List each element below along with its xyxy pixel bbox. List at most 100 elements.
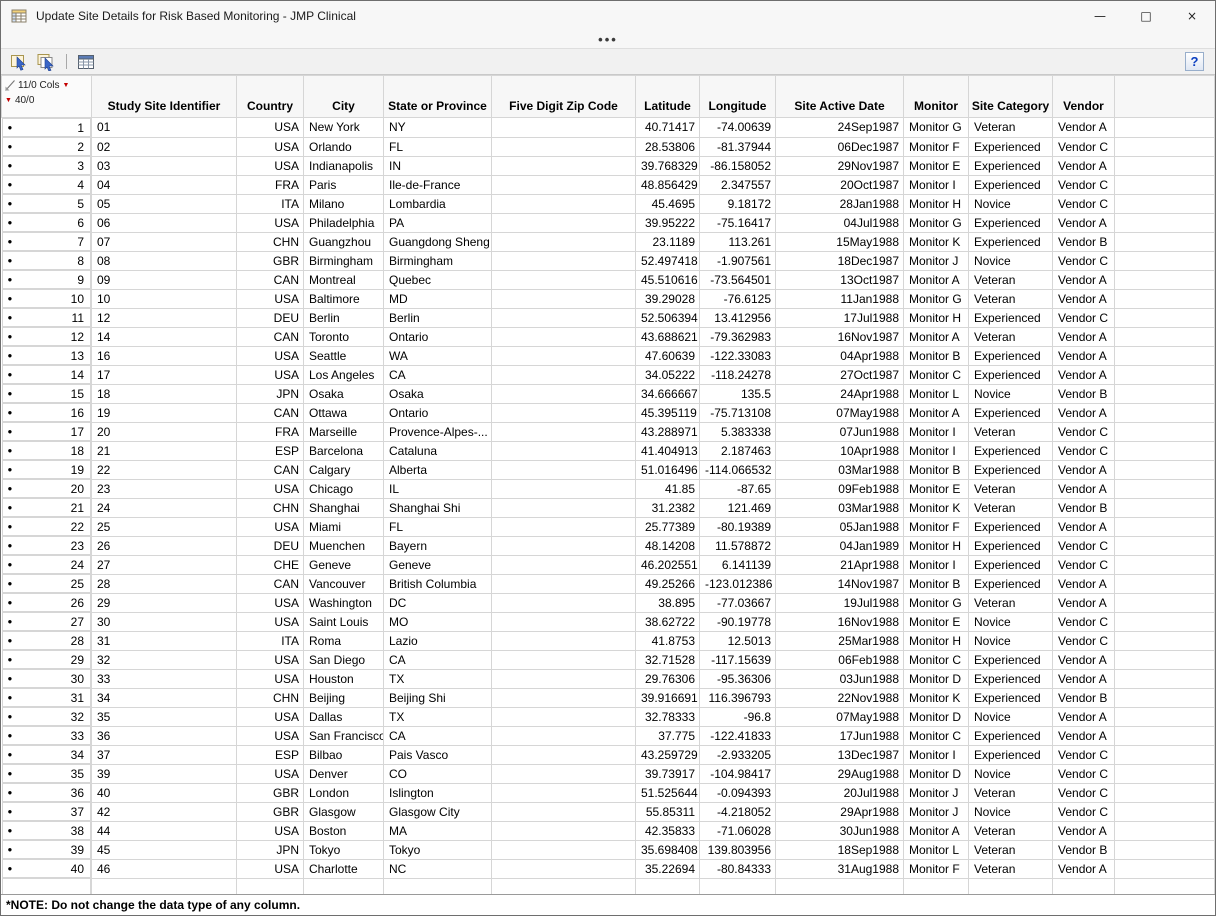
cell-vendor[interactable]: Vendor A: [1053, 365, 1115, 384]
cell-monitor[interactable]: Monitor E: [904, 612, 969, 631]
cell-study-site-identifier[interactable]: 14: [92, 327, 237, 346]
table-row[interactable]: ●2528CANVancouverBritish Columbia49.2526…: [2, 574, 1215, 593]
cell-site-active-date[interactable]: 21Apr1988: [776, 555, 904, 574]
table-row[interactable]: ●1922CANCalgaryAlberta51.016496-114.0665…: [2, 460, 1215, 479]
cell-state-or-province[interactable]: Ontario: [384, 327, 492, 346]
row-header[interactable]: ●18: [2, 441, 92, 460]
cell-monitor[interactable]: Monitor H: [904, 308, 969, 327]
table-row[interactable]: ●1518JPNOsakaOsaka34.666667135.524Apr198…: [2, 384, 1215, 403]
cell-longitude[interactable]: -118.24278: [700, 365, 776, 384]
cell-city[interactable]: New York: [304, 118, 384, 138]
cell-longitude[interactable]: -122.33083: [700, 346, 776, 365]
cell-city[interactable]: Roma: [304, 631, 384, 650]
cell-longitude[interactable]: -122.41833: [700, 726, 776, 745]
cell-five-digit-zip-code[interactable]: [492, 403, 636, 422]
cell-state-or-province[interactable]: CO: [384, 764, 492, 783]
cell-monitor[interactable]: Monitor F: [904, 859, 969, 878]
row-state-icon[interactable]: ●: [8, 162, 13, 170]
cell-vendor[interactable]: Vendor A: [1053, 156, 1115, 175]
cell-latitude[interactable]: 55.85311: [636, 802, 700, 821]
cell-country[interactable]: USA: [237, 707, 304, 726]
cell-state-or-province[interactable]: Beijing Shi: [384, 688, 492, 707]
cell-latitude[interactable]: 43.288971: [636, 422, 700, 441]
cell-site-active-date[interactable]: 24Sep1987: [776, 118, 904, 138]
cell-site-category[interactable]: Experienced: [969, 365, 1053, 384]
cell-city[interactable]: Ottawa: [304, 403, 384, 422]
cell-country[interactable]: USA: [237, 612, 304, 631]
cell-site-category[interactable]: Experienced: [969, 308, 1053, 327]
cell-site-category[interactable]: Veteran: [969, 479, 1053, 498]
cell-city[interactable]: Baltimore: [304, 289, 384, 308]
cell-longitude[interactable]: -1.907561: [700, 251, 776, 270]
cell-site-category[interactable]: Veteran: [969, 840, 1053, 859]
row-header[interactable]: ●21: [2, 498, 92, 517]
row-header[interactable]: ●9: [2, 270, 92, 289]
cell-site-active-date[interactable]: 04Jan1989: [776, 536, 904, 555]
row-state-icon[interactable]: ●: [8, 200, 13, 208]
cell-monitor[interactable]: Monitor A: [904, 327, 969, 346]
cell-site-active-date[interactable]: 18Sep1988: [776, 840, 904, 859]
cell-site-active-date[interactable]: 10Apr1988: [776, 441, 904, 460]
maximize-button[interactable]: □: [1123, 1, 1169, 31]
cell-five-digit-zip-code[interactable]: [492, 422, 636, 441]
cell-monitor[interactable]: Monitor H: [904, 536, 969, 555]
cell-vendor[interactable]: Vendor A: [1053, 479, 1115, 498]
cell-five-digit-zip-code[interactable]: [492, 783, 636, 802]
cell-vendor[interactable]: Vendor C: [1053, 745, 1115, 764]
cell-monitor[interactable]: Monitor D: [904, 764, 969, 783]
cell-country[interactable]: USA: [237, 156, 304, 175]
cell-monitor[interactable]: Monitor K: [904, 232, 969, 251]
row-state-icon[interactable]: ●: [8, 751, 13, 759]
cell-latitude[interactable]: 43.688621: [636, 327, 700, 346]
row-header[interactable]: ●11: [2, 308, 92, 327]
cell-city[interactable]: Beijing: [304, 688, 384, 707]
cell-monitor[interactable]: Monitor I: [904, 175, 969, 194]
row-header[interactable]: ●38: [2, 821, 92, 840]
cell-site-active-date[interactable]: 13Dec1987: [776, 745, 904, 764]
row-state-icon[interactable]: ●: [8, 352, 13, 360]
cell-study-site-identifier[interactable]: 34: [92, 688, 237, 707]
cell-city[interactable]: Shanghai: [304, 498, 384, 517]
cell-five-digit-zip-code[interactable]: [492, 289, 636, 308]
columns-menu-red-triangle-icon[interactable]: ▼: [63, 82, 70, 89]
row-header[interactable]: ●39: [2, 840, 92, 859]
row-state-icon[interactable]: ●: [8, 789, 13, 797]
row-header[interactable]: ●17: [2, 422, 92, 441]
cell-state-or-province[interactable]: Lazio: [384, 631, 492, 650]
cell-latitude[interactable]: 38.895: [636, 593, 700, 612]
row-state-icon[interactable]: ●: [8, 637, 13, 645]
row-state-icon[interactable]: ●: [8, 238, 13, 246]
row-state-icon[interactable]: ●: [8, 409, 13, 417]
cell-longitude[interactable]: -2.933205: [700, 745, 776, 764]
table-row[interactable]: ●1010USABaltimoreMD39.29028-76.612511Jan…: [2, 289, 1215, 308]
cell-site-category[interactable]: Novice: [969, 764, 1053, 783]
cell-site-category[interactable]: Veteran: [969, 593, 1053, 612]
cell-city[interactable]: Marseille: [304, 422, 384, 441]
cell-study-site-identifier[interactable]: 32: [92, 650, 237, 669]
cell-country[interactable]: JPN: [237, 384, 304, 403]
cell-study-site-identifier[interactable]: 25: [92, 517, 237, 536]
cell-city[interactable]: Los Angeles: [304, 365, 384, 384]
row-header[interactable]: ●1: [2, 118, 92, 137]
cell-country[interactable]: USA: [237, 118, 304, 138]
table-row[interactable]: ●3945JPNTokyoTokyo35.698408139.80395618S…: [2, 840, 1215, 859]
cell-latitude[interactable]: 46.202551: [636, 555, 700, 574]
cell-monitor[interactable]: Monitor C: [904, 650, 969, 669]
cell-longitude[interactable]: -96.8: [700, 707, 776, 726]
cell-site-category[interactable]: Veteran: [969, 289, 1053, 308]
cell-vendor[interactable]: Vendor B: [1053, 498, 1115, 517]
table-row[interactable]: ●2225USAMiamiFL25.77389-80.1938905Jan198…: [2, 517, 1215, 536]
cell-monitor[interactable]: Monitor C: [904, 726, 969, 745]
cell-five-digit-zip-code[interactable]: [492, 574, 636, 593]
row-header[interactable]: ●7: [2, 232, 92, 251]
cell-study-site-identifier[interactable]: 44: [92, 821, 237, 840]
table-row[interactable]: ●1821ESPBarcelonaCataluna41.4049132.1874…: [2, 441, 1215, 460]
cell-site-category[interactable]: Experienced: [969, 213, 1053, 232]
cell-study-site-identifier[interactable]: 33: [92, 669, 237, 688]
cell-site-category[interactable]: Experienced: [969, 441, 1053, 460]
cell-longitude[interactable]: -80.19389: [700, 517, 776, 536]
cell-vendor[interactable]: Vendor A: [1053, 859, 1115, 878]
cell-vendor[interactable]: Vendor C: [1053, 251, 1115, 270]
cell-city[interactable]: Chicago: [304, 479, 384, 498]
row-header[interactable]: ●27: [2, 612, 92, 631]
